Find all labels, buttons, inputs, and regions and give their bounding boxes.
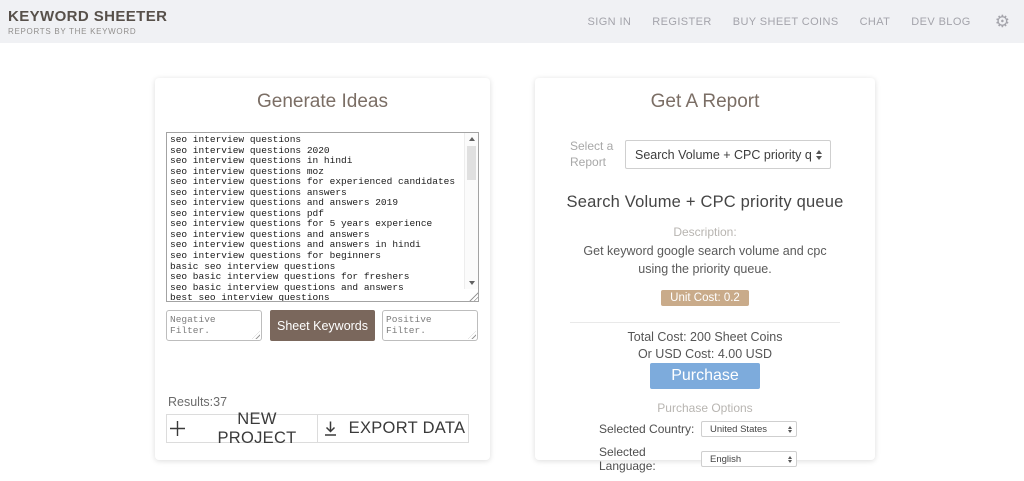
country-row: Selected Country: United States [599,421,875,438]
nav-buy-sheet-coins[interactable]: BUY SHEET COINS [733,16,839,28]
report-select-value: Search Volume + CPC priority queue [635,147,812,162]
gear-icon[interactable]: ⚙ [995,13,1010,30]
usd-cost: Or USD Cost: 4.00 USD [637,347,773,362]
selected-report-title: Search Volume + CPC priority queue [566,193,844,212]
keywords-textarea[interactable]: seo interview questions seo interview qu… [167,133,463,301]
download-icon [321,419,340,438]
main-nav: SIGN IN REGISTER BUY SHEET COINS CHAT DE… [588,13,1010,30]
scroll-up-icon[interactable] [465,133,478,145]
results-count: Results:37 [168,395,228,409]
language-select[interactable]: English [701,451,797,468]
description-line: using the priority queue. [638,262,772,277]
report-select-row: Select a Report Search Volume + CPC prio… [570,139,875,170]
nav-dev-blog[interactable]: DEV BLOG [911,16,970,28]
keywords-scrollbar[interactable] [464,133,478,289]
logo-subtitle: REPORTS BY THE KEYWORD [8,26,137,36]
country-select-value: United States [710,423,768,435]
export-data-label: EXPORT DATA [348,419,466,437]
divider [570,322,840,324]
export-data-button[interactable]: EXPORT DATA [317,415,468,442]
description-label: Description: [673,225,737,240]
logo-title: KEYWORD SHEETER [8,7,168,25]
negative-filter-input[interactable] [166,310,262,341]
logo[interactable]: KEYWORD SHEETER REPORTS BY THE KEYWORD [8,8,167,36]
positive-filter-wrap [382,310,478,341]
language-row: Selected Language: English [599,445,875,473]
purchase-options-label: Purchase Options [657,401,753,416]
purchase-wrap: Purchase [535,363,875,390]
generate-ideas-title: Generate Ideas [257,91,388,112]
unit-cost-wrap: Unit Cost: 0.2 [535,288,875,307]
get-report-card: Get A Report Select a Report Search Volu… [535,78,875,473]
header: KEYWORD SHEETER REPORTS BY THE KEYWORD S… [0,0,1024,43]
nav-sign-in[interactable]: SIGN IN [588,16,632,28]
select-arrows-icon [816,149,822,160]
select-arrows-icon [788,425,792,433]
country-label: Selected Country: [599,422,695,437]
new-project-label: NEW PROJECT [217,409,297,447]
report-select[interactable]: Search Volume + CPC priority queue [625,140,831,170]
scrollbar-thumb[interactable] [467,146,476,180]
project-actions: NEW PROJECT EXPORT DATA [166,410,469,447]
resize-grip-icon[interactable] [468,291,478,301]
get-report-title: Get A Report [650,91,760,112]
positive-filter-input[interactable] [382,310,478,341]
language-select-value: English [710,453,742,465]
nav-register[interactable]: REGISTER [652,16,711,28]
generate-ideas-card: Generate Ideas seo interview questions s… [155,78,490,460]
unit-cost-badge: Unit Cost: 0.2 [661,290,749,307]
country-select[interactable]: United States [701,421,797,438]
nav-chat[interactable]: CHAT [860,16,891,28]
negative-filter-wrap [166,310,262,341]
scroll-down-icon[interactable] [465,277,478,289]
total-cost: Total Cost: 200 Sheet Coins [627,330,783,345]
keywords-box: seo interview questions seo interview qu… [166,132,479,302]
new-project-button[interactable]: NEW PROJECT [167,410,317,447]
description-line: Get keyword google search volume and cpc [583,244,827,259]
select-report-label: Select a Report [570,139,614,169]
plus-icon [167,418,188,439]
sheet-keywords-button[interactable]: Sheet Keywords [270,310,375,341]
purchase-button[interactable]: Purchase [650,363,760,390]
language-label: Selected Language: [599,445,656,474]
select-arrows-icon [788,455,792,463]
